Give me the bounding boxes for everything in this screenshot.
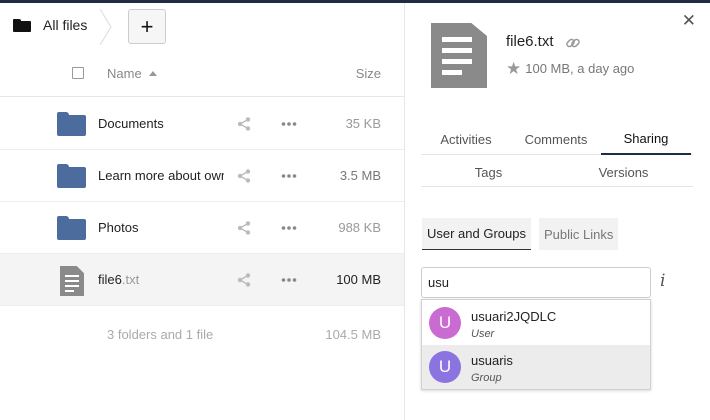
file-size: 35 KB — [345, 116, 381, 131]
file-name[interactable]: Photos — [98, 220, 224, 235]
share-icon[interactable] — [236, 220, 252, 236]
breadcrumb: All files + — [0, 3, 404, 48]
share-with-input[interactable] — [421, 267, 651, 298]
folder-icon — [57, 214, 87, 242]
tab-activities[interactable]: Activities — [421, 123, 511, 155]
sort-ascending-icon — [148, 71, 157, 76]
close-icon[interactable]: ✕ — [682, 12, 696, 29]
star-icon[interactable]: ★ — [506, 60, 521, 77]
share-icon[interactable] — [236, 168, 252, 184]
subtab-user-and-groups[interactable]: User and Groups — [422, 218, 531, 250]
file-basename: file6 — [98, 272, 122, 287]
more-actions-icon[interactable] — [280, 271, 298, 289]
file-basename: Photos — [98, 220, 139, 235]
file-size: 100 MB — [336, 272, 381, 287]
suggestion-type: User — [471, 328, 495, 340]
subtab-public-links[interactable]: Public Links — [539, 218, 619, 250]
link-icon[interactable] — [565, 35, 581, 51]
summary-size: 104.5 MB — [325, 327, 381, 342]
file-size: 3.5 MB — [339, 168, 381, 183]
share-icon[interactable] — [236, 116, 252, 132]
share-icon[interactable] — [236, 272, 252, 288]
file-row[interactable]: Learn more about ownCloud 3.5 MB — [0, 150, 404, 202]
file-row[interactable]: Documents 35 KB — [0, 98, 404, 150]
details-sidebar: ✕ file6.txt ★ 100 MB, a day ago Activiti… — [404, 3, 710, 420]
sort-by-name[interactable]: Name — [107, 66, 157, 81]
info-icon[interactable]: i — [660, 271, 665, 291]
avatar: U — [429, 351, 461, 383]
file-basename: Documents — [98, 116, 164, 131]
suggestion-name: usuari2JQDLC — [471, 309, 557, 324]
breadcrumb-home-label: All files — [43, 17, 88, 33]
tab-sharing[interactable]: Sharing — [601, 123, 691, 155]
breadcrumb-separator-icon — [99, 9, 112, 45]
more-actions-icon[interactable] — [280, 115, 298, 133]
file-basename: Learn more about ownCloud — [98, 168, 224, 183]
text-file-icon — [431, 23, 487, 88]
column-header-name: Name — [107, 66, 142, 81]
file-name[interactable]: Learn more about ownCloud — [98, 168, 224, 183]
sidebar-file-meta: ★ 100 MB, a day ago — [506, 60, 634, 77]
sidebar-file-size-date: 100 MB, a day ago — [525, 61, 635, 76]
file-name[interactable]: Documents — [98, 116, 224, 131]
folder-icon — [57, 110, 87, 138]
summary-count: 3 folders and 1 file — [107, 327, 214, 342]
file-summary-row: 3 folders and 1 file 104.5 MB — [0, 312, 404, 356]
select-all-checkbox[interactable] — [72, 67, 84, 79]
file-list-panel: All files + Name Size Documents 35 KB Le… — [0, 3, 404, 420]
folder-icon — [13, 18, 31, 32]
suggestion-item[interactable]: U usuari2JQDLC User — [422, 301, 650, 345]
tab-versions[interactable]: Versions — [556, 156, 691, 188]
column-header-size[interactable]: Size — [356, 66, 381, 81]
more-actions-icon[interactable] — [280, 219, 298, 237]
share-autocomplete-dropdown: U usuari2JQDLC User U usuaris Group — [421, 299, 651, 390]
suggestion-type: Group — [471, 372, 502, 384]
file-extension: .txt — [121, 272, 140, 287]
add-new-button[interactable]: + — [128, 9, 166, 44]
tab-tags[interactable]: Tags — [421, 156, 556, 188]
tab-comments[interactable]: Comments — [511, 123, 601, 155]
breadcrumb-home[interactable]: All files — [13, 8, 87, 42]
folder-icon — [57, 162, 87, 190]
suggestion-name: usuaris — [471, 353, 513, 368]
file-size: 988 KB — [338, 220, 381, 235]
sidebar-tabs-secondary: Tags Versions — [421, 156, 693, 187]
file-row-selected[interactable]: file6.txt 100 MB — [0, 254, 404, 306]
file-table-header: Name Size — [0, 53, 404, 97]
avatar: U — [429, 307, 461, 339]
more-actions-icon[interactable] — [280, 167, 298, 185]
sidebar-file-name: file6.txt — [506, 33, 554, 50]
file-name[interactable]: file6.txt — [98, 272, 224, 287]
suggestion-item-highlighted[interactable]: U usuaris Group — [422, 345, 650, 389]
file-row[interactable]: Photos 988 KB — [0, 202, 404, 254]
sidebar-tabs: Activities Comments Sharing — [421, 123, 693, 155]
text-file-icon — [57, 266, 87, 296]
